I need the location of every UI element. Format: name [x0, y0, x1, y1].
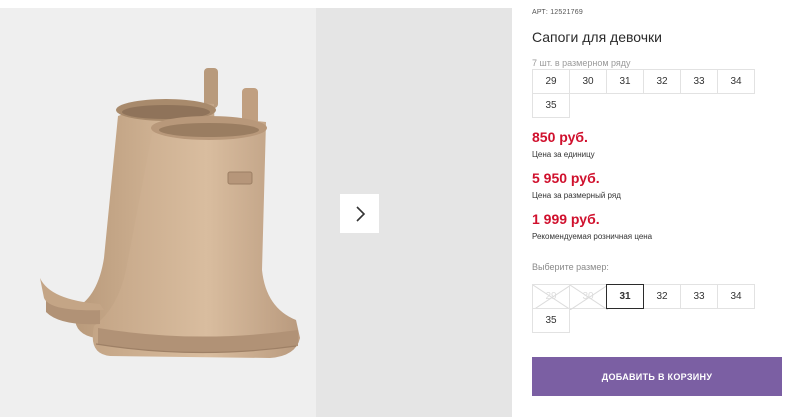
retail-price-note: Рекомендуемая розничная цена	[532, 232, 653, 241]
pack-size-cell: 34	[717, 69, 755, 94]
retail-price: 1 999 руб.	[532, 211, 600, 227]
unit-price: 850 руб.	[532, 129, 588, 145]
choose-size-label: Выберите размер:	[532, 262, 609, 272]
size-option[interactable]: 34	[717, 284, 755, 309]
size-selector: 29 30 31 32 33 34 35	[532, 284, 760, 334]
pack-size-cell: 35	[532, 93, 570, 118]
pack-price-note: Цена за размерный ряд	[532, 191, 621, 200]
boots-image	[40, 68, 300, 358]
size-option-disabled: 30	[569, 284, 608, 310]
article-value: 12521769	[550, 9, 583, 16]
product-photo[interactable]	[0, 8, 316, 417]
product-title: Сапоги для девочки	[532, 29, 662, 45]
pack-price: 5 950 руб.	[532, 170, 600, 186]
size-option-disabled: 29	[532, 284, 571, 310]
size-option[interactable]: 33	[680, 284, 718, 309]
pack-size-cell: 29	[532, 69, 570, 94]
size-option[interactable]: 35	[532, 308, 570, 333]
size-option[interactable]: 32	[643, 284, 681, 309]
size-option-label: 30	[582, 291, 594, 302]
gallery-next-button[interactable]	[340, 194, 379, 233]
pack-size-cell: 31	[606, 69, 644, 94]
size-option-selected[interactable]: 31	[606, 284, 644, 309]
unit-price-note: Цена за единицу	[532, 150, 595, 159]
pack-size-cell: 33	[680, 69, 718, 94]
article-number: АРТ: 12521769	[532, 9, 583, 16]
chevron-right-icon	[355, 205, 365, 222]
pack-size-cell: 30	[569, 69, 607, 94]
pack-label: 7 шт. в размерном ряду	[532, 58, 631, 68]
pack-sizes-grid: 29 30 31 32 33 34 35	[532, 69, 760, 119]
product-gallery	[0, 0, 512, 417]
article-prefix: АРТ:	[532, 9, 549, 16]
size-option-label: 29	[545, 291, 557, 302]
add-to-cart-button[interactable]: ДОБАВИТЬ В КОРЗИНУ	[532, 357, 782, 396]
pack-size-cell: 32	[643, 69, 681, 94]
